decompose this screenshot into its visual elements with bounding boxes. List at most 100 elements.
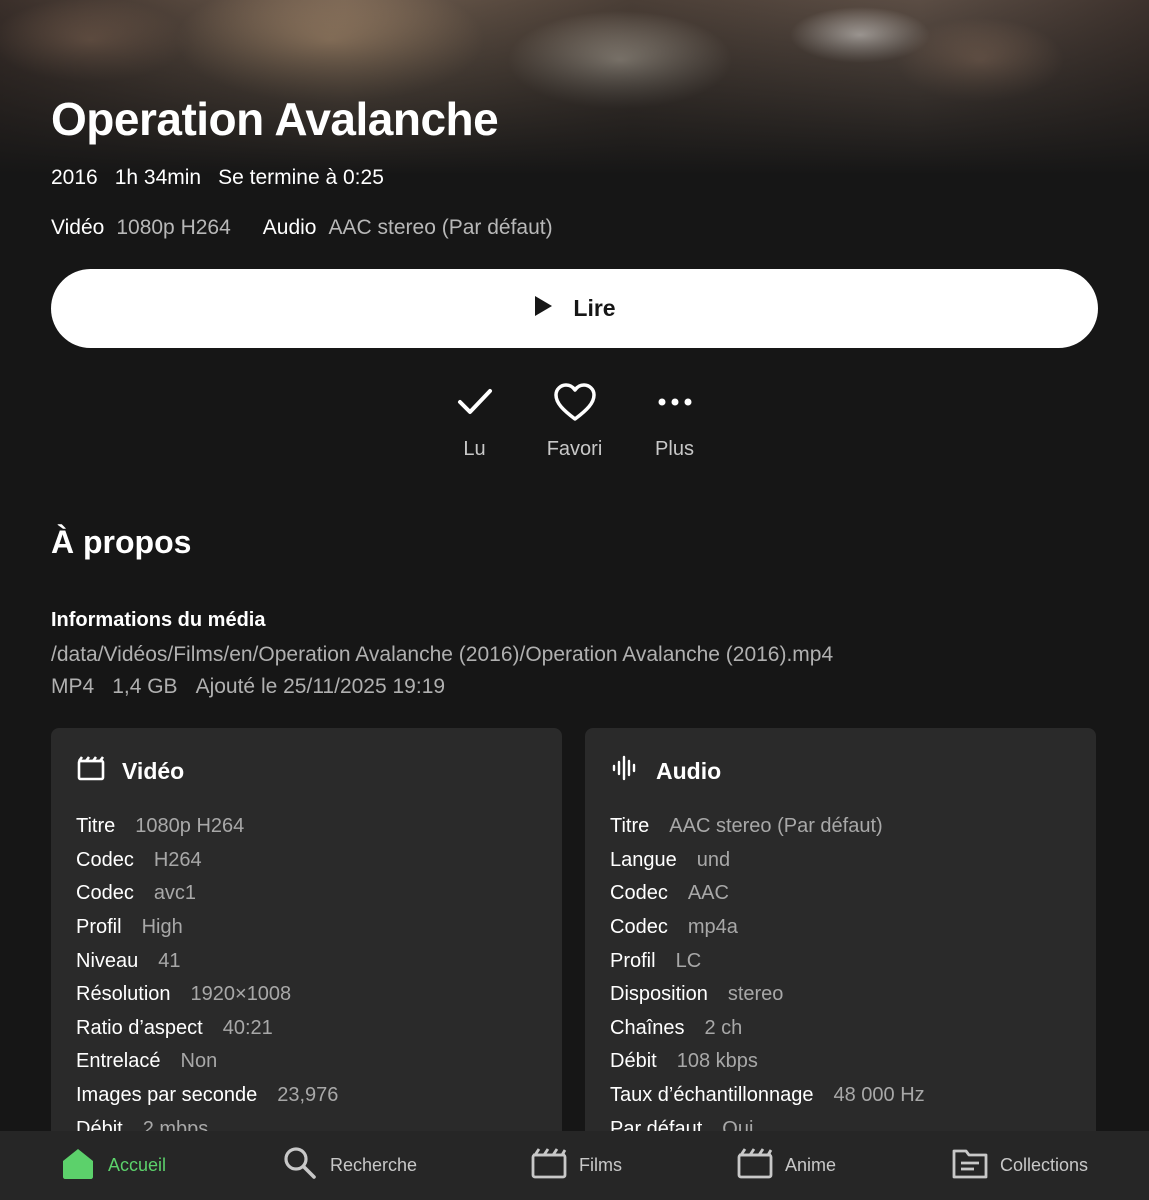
info-value: H264 [153, 848, 202, 871]
folder-icon [952, 1146, 988, 1185]
play-button-label: Lire [573, 295, 616, 321]
nav-item-collections[interactable]: Collections [952, 1131, 1088, 1200]
info-value: Non [180, 1050, 218, 1073]
info-key: Taux d’échantillonnage [610, 1084, 814, 1107]
info-value: 1080p H264 [135, 815, 245, 838]
video-stream-value[interactable]: 1080p H264 [116, 216, 230, 240]
movie-duration: 1h 34min [114, 166, 202, 189]
info-row: Images par seconde 23,976 [76, 1079, 338, 1113]
info-key: Codec [76, 882, 134, 905]
info-value: 108 kbps [676, 1050, 758, 1073]
about-heading: À propos [51, 524, 192, 560]
info-row: Profil High [76, 911, 338, 945]
info-row: Codec H264 [76, 844, 338, 878]
nav-item-films[interactable]: Films [531, 1131, 622, 1200]
play-icon [533, 295, 553, 323]
nav-item-search[interactable]: Recherche [282, 1131, 417, 1200]
video-card-title: Vidéo [122, 757, 185, 784]
info-value: 23,976 [277, 1084, 339, 1107]
info-value: 41 [158, 949, 181, 972]
info-row: Titre AAC stereo (Par défaut) [610, 810, 925, 844]
info-value: avc1 [153, 882, 197, 905]
info-row: Niveau 41 [76, 944, 338, 978]
favorite-button[interactable]: Favori [525, 380, 625, 461]
info-row: Profil LC [610, 944, 925, 978]
backdrop-image [0, 0, 1149, 175]
info-key: Langue [610, 848, 677, 871]
info-key: Images par seconde [76, 1084, 258, 1107]
action-bar: Lu Favori Plus [0, 380, 1149, 461]
movie-title: Operation Avalanche [51, 93, 499, 145]
nav-label-films: Films [579, 1155, 622, 1175]
info-row: Taux d’échantillonnage 48 000 Hz [610, 1079, 925, 1113]
nav-label-collections: Collections [1000, 1155, 1089, 1175]
info-key: Niveau [76, 949, 139, 972]
bottom-navigation: Accueil Recherche Films Anime Collection… [0, 1131, 1149, 1200]
audio-wave-icon [610, 754, 640, 788]
info-value: und [696, 848, 731, 871]
search-icon [282, 1146, 318, 1185]
audio-info-rows: Titre AAC stereo (Par défaut) Langue und C… [610, 810, 925, 1146]
audio-info-card: Audio Titre AAC stereo (Par défaut) Langu… [585, 728, 1096, 1148]
more-label: Plus [655, 438, 694, 460]
media-file-path: /data/Vidéos/Films/en/Operation Avalanch… [51, 643, 834, 666]
audio-card-title: Audio [656, 757, 722, 784]
info-value: High [141, 916, 183, 939]
media-info-heading: Informations du média [51, 609, 266, 631]
info-row: Codec avc1 [76, 877, 338, 911]
info-row: Codec AAC [610, 877, 925, 911]
audio-stream-value[interactable]: AAC stereo (Par défaut) [329, 216, 553, 240]
info-value: 48 000 Hz [833, 1084, 925, 1107]
mark-watched-button[interactable]: Lu [425, 380, 525, 461]
info-value: 2 ch [704, 1016, 743, 1039]
nav-label-anime: Anime [785, 1155, 837, 1175]
film-icon [737, 1146, 773, 1185]
info-key: Ratio d’aspect [76, 1016, 203, 1039]
nav-item-home[interactable]: Accueil [60, 1131, 166, 1200]
movie-meta: 2016 1h 34min Se termine à 0:25 [51, 166, 384, 190]
info-value: mp4a [687, 916, 738, 939]
info-value: LC [675, 949, 702, 972]
stream-summary: Vidéo 1080p H264 Audio AAC stereo (Par d… [51, 216, 585, 240]
nav-label-home: Accueil [108, 1155, 167, 1175]
info-value: AAC [687, 882, 729, 905]
info-row: Entrelacé Non [76, 1045, 338, 1079]
heart-icon [553, 380, 597, 424]
mark-watched-label: Lu [463, 438, 486, 460]
more-button[interactable]: Plus [625, 380, 725, 461]
media-container: MP4 [51, 675, 95, 698]
play-button[interactable]: Lire [51, 269, 1098, 348]
nav-label-search: Recherche [330, 1155, 418, 1175]
video-info-rows: Titre 1080p H264 Codec H264 Codec avc1 Prof… [76, 810, 338, 1146]
audio-stream-label: Audio [262, 216, 317, 239]
info-key: Codec [610, 916, 668, 939]
home-icon [60, 1146, 96, 1185]
info-row: Résolution 1920×1008 [76, 978, 338, 1012]
info-key: Profil [610, 949, 656, 972]
movie-end-time: Se termine à 0:25 [218, 166, 384, 189]
media-file-meta: MP4 1,4 GB Ajouté le 25/11/2025 19:19 [51, 675, 445, 699]
video-card-header: Vidéo [76, 754, 184, 788]
info-key: Disposition [610, 983, 708, 1006]
info-key: Codec [610, 882, 668, 905]
info-row: Langue und [610, 844, 925, 878]
info-row: Chaînes 2 ch [610, 1012, 925, 1046]
info-key: Titre [76, 815, 116, 838]
movie-year: 2016 [51, 166, 98, 189]
info-key: Résolution [76, 983, 171, 1006]
media-added-date: Ajouté le 25/11/2025 19:19 [195, 675, 446, 698]
info-row: Ratio d’aspect 40:21 [76, 1012, 338, 1046]
info-value: 40:21 [222, 1016, 273, 1039]
video-stream-label: Vidéo [51, 216, 105, 239]
film-icon [76, 754, 106, 788]
check-icon [457, 380, 493, 424]
info-value: 1920×1008 [190, 983, 292, 1006]
info-row: Titre 1080p H264 [76, 810, 338, 844]
more-icon [657, 380, 693, 424]
nav-item-anime[interactable]: Anime [737, 1131, 836, 1200]
info-key: Profil [76, 916, 122, 939]
film-icon [531, 1146, 567, 1185]
audio-card-header: Audio [610, 754, 721, 788]
favorite-label: Favori [546, 438, 603, 460]
info-row: Disposition stereo [610, 978, 925, 1012]
